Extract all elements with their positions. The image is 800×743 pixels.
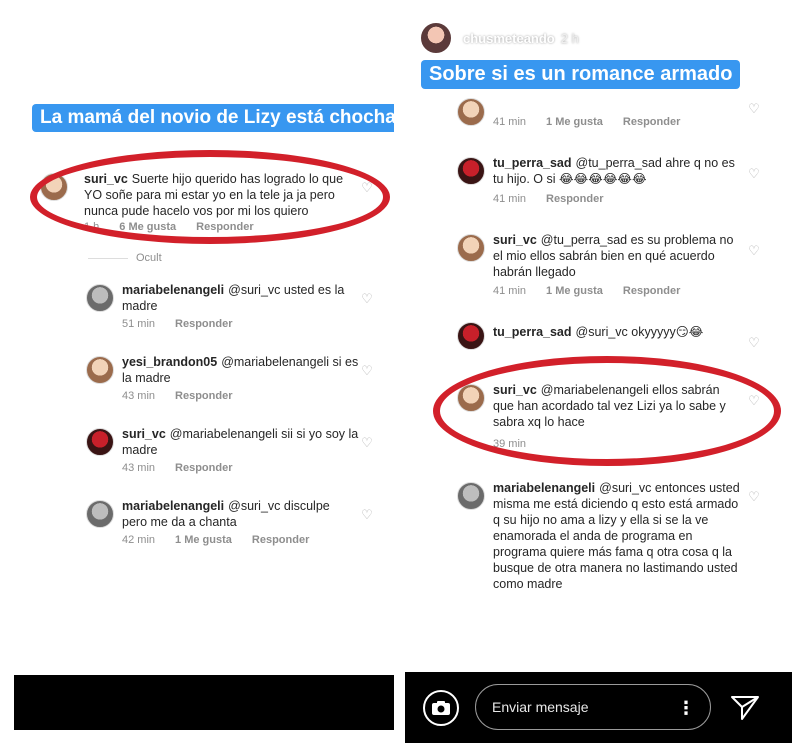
comment-item: 41 min 1 Me gusta Responder ♡	[405, 98, 792, 136]
message-input[interactable]	[475, 684, 711, 730]
comment-text: suri_vc @mariabelenangeli sii si yo soy l…	[122, 426, 362, 458]
heart-icon[interactable]: ♡	[747, 490, 761, 504]
heart-icon[interactable]: ♡	[360, 364, 374, 378]
comment-username[interactable]: tu_perra_sad	[493, 156, 572, 170]
comment-meta: 43 min Responder	[122, 390, 253, 402]
right-caption: Sobre si es un romance armado	[421, 60, 741, 89]
comment-username[interactable]: yesi_brandon05	[122, 355, 217, 369]
comment-username[interactable]: mariabelenangeli	[122, 283, 224, 297]
message-bar: ⋮	[405, 672, 792, 743]
comment-text: suri_vc @tu_perra_sad es su problema no e…	[493, 232, 743, 280]
avatar[interactable]	[457, 157, 485, 185]
avatar[interactable]	[86, 500, 114, 528]
reply-button[interactable]: Responder	[175, 390, 232, 402]
heart-icon[interactable]: ♡	[360, 436, 374, 450]
send-button[interactable]	[730, 694, 760, 722]
avatar[interactable]	[86, 428, 114, 456]
comment-item: suri_vc @tu_perra_sad es su problema no e…	[405, 232, 792, 304]
comment-time: 43 min	[122, 462, 156, 474]
comment-likes[interactable]: 1 Me gusta	[546, 285, 603, 297]
avatar[interactable]	[457, 322, 485, 350]
highlight-ring	[30, 150, 390, 244]
avatar[interactable]	[457, 234, 485, 262]
comment-time: 43 min	[122, 390, 156, 402]
comment-item: mariabelenangeli @suri_vc usted es la mad…	[14, 280, 394, 340]
heart-icon[interactable]: ♡	[360, 292, 374, 306]
heart-icon[interactable]: ♡	[747, 167, 761, 181]
comment-text: yesi_brandon05 @mariabelenangeli si es la…	[122, 354, 362, 386]
heart-icon[interactable]: ♡	[360, 508, 374, 522]
comment-item: suri_vc @mariabelenangeli sii si yo soy l…	[14, 424, 394, 484]
comment-time: 51 min	[122, 318, 156, 330]
camera-icon	[432, 701, 450, 715]
comment-meta: 41 min Responder	[493, 193, 624, 205]
comment-username[interactable]: mariabelenangeli	[493, 481, 595, 495]
comment-username[interactable]: mariabelenangeli	[122, 499, 224, 513]
story-username[interactable]: chusmeteando	[463, 31, 555, 46]
highlight-ring	[433, 356, 781, 466]
reply-button[interactable]: Responder	[175, 462, 232, 474]
avatar[interactable]	[457, 482, 485, 510]
reply-button[interactable]: Responder	[546, 193, 603, 205]
send-icon	[731, 696, 759, 720]
more-vertical-icon[interactable]: ⋮	[677, 698, 695, 718]
comment-text: mariabelenangeli @suri_vc entonces usted …	[493, 480, 743, 592]
comment-time: 42 min	[122, 534, 156, 546]
comment-item: mariabelenangeli @suri_vc disculpe pero m…	[14, 496, 394, 556]
heart-icon[interactable]: ♡	[747, 102, 761, 116]
heart-icon[interactable]: ♡	[747, 244, 761, 258]
comment-meta: 41 min 1 Me gusta Responder	[493, 285, 700, 297]
reply-button[interactable]: Responder	[252, 534, 309, 546]
reply-button[interactable]: Responder	[175, 318, 232, 330]
comment-body: @suri_vc okyyyyy😏😂	[575, 325, 704, 339]
comment-time: 41 min	[493, 116, 527, 128]
comment-item: mariabelenangeli @suri_vc entonces usted …	[405, 480, 792, 592]
comment-time: 41 min	[493, 285, 527, 297]
reply-button[interactable]: Responder	[623, 116, 680, 128]
story-time: 2 h	[560, 30, 579, 46]
camera-button[interactable]	[423, 690, 459, 726]
left-bottom-bar	[14, 675, 394, 730]
comment-text: tu_perra_sad @suri_vc okyyyyy😏😂	[493, 324, 743, 340]
hidden-replies-label[interactable]: Ocult	[136, 252, 182, 264]
comment-item: yesi_brandon05 @mariabelenangeli si es la…	[14, 352, 394, 412]
left-story-panel: La mamá del novio de Lizy está chocha su…	[14, 0, 394, 730]
comment-meta: 51 min Responder	[122, 318, 253, 330]
story-avatar[interactable]	[419, 21, 453, 55]
comment-text: tu_perra_sad @tu_perra_sad ahre q no es t…	[493, 155, 743, 187]
comment-meta: 43 min Responder	[122, 462, 253, 474]
comment-likes[interactable]: 1 Me gusta	[175, 534, 232, 546]
comment-text: mariabelenangeli @suri_vc disculpe pero m…	[122, 498, 352, 530]
comment-body: @suri_vc entonces usted misma me está di…	[493, 481, 740, 591]
left-caption: La mamá del novio de Lizy está chocha	[32, 104, 394, 132]
comment-username[interactable]: suri_vc	[493, 233, 537, 247]
avatar[interactable]	[86, 284, 114, 312]
comment-text: mariabelenangeli @suri_vc usted es la mad…	[122, 282, 352, 314]
comment-time: 41 min	[493, 193, 527, 205]
comment-username[interactable]: suri_vc	[122, 427, 166, 441]
story-header[interactable]: chusmeteando 2 h	[419, 18, 579, 58]
hidden-divider	[88, 258, 128, 259]
right-story-panel: chusmeteando 2 h Sobre si es un romance …	[405, 0, 792, 743]
comment-likes[interactable]: 1 Me gusta	[546, 116, 603, 128]
reply-button[interactable]: Responder	[623, 285, 680, 297]
avatar[interactable]	[86, 356, 114, 384]
comment-item: tu_perra_sad @tu_perra_sad ahre q no es t…	[405, 155, 792, 215]
comment-meta: 41 min 1 Me gusta Responder	[493, 116, 700, 128]
comment-username[interactable]: tu_perra_sad	[493, 325, 572, 339]
avatar[interactable]	[457, 98, 485, 126]
comment-meta: 42 min 1 Me gusta Responder	[122, 534, 329, 546]
heart-icon[interactable]: ♡	[747, 336, 761, 350]
